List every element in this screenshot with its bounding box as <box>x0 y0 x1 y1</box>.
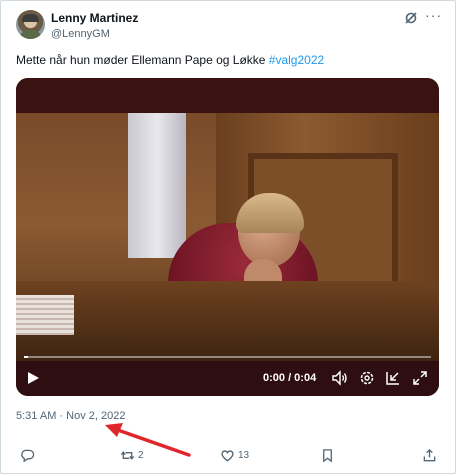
avatar[interactable] <box>16 10 45 39</box>
video-player[interactable]: 0:00 / 0:04 <box>16 78 439 396</box>
video-letterbox-top <box>16 78 439 113</box>
play-icon[interactable] <box>26 371 40 385</box>
video-progress-bar[interactable] <box>24 356 431 358</box>
retweet-icon <box>120 450 135 460</box>
more-icon[interactable]: ··· <box>425 8 441 24</box>
video-frame <box>16 113 439 361</box>
tweet-card: Lenny Martinez @LennyGM ··· Mette når hu… <box>0 0 456 474</box>
curtain <box>128 113 186 258</box>
avatar-shirt <box>20 30 41 39</box>
action-bar: 2 13 <box>1 445 456 467</box>
tweet-text: Mette når hun møder Ellemann Pape og Løk… <box>16 53 324 67</box>
video-progress-fill <box>24 356 29 358</box>
papers-stack <box>16 295 74 335</box>
video-time: 0:00 / 0:04 <box>263 372 317 384</box>
fullscreen-icon[interactable] <box>412 370 428 386</box>
retweet-button[interactable]: 2 <box>120 445 144 465</box>
share-icon <box>423 448 436 461</box>
author-display-name[interactable]: Lenny Martinez <box>51 11 138 25</box>
bookmark-icon <box>323 448 332 462</box>
hashtag-link[interactable]: #valg2022 <box>269 53 324 67</box>
share-button[interactable] <box>422 445 437 465</box>
video-letterbox-bottom <box>16 361 439 396</box>
reply-button[interactable] <box>20 445 38 465</box>
tweet-body: Mette når hun møder Ellemann Pape og Løk… <box>16 53 269 67</box>
avatar-cap <box>22 14 39 22</box>
bookmark-button[interactable] <box>320 445 335 465</box>
like-count: 13 <box>238 449 250 461</box>
like-button[interactable]: 13 <box>220 445 249 465</box>
settings-icon[interactable] <box>359 370 375 386</box>
like-icon <box>221 449 234 461</box>
volume-icon[interactable] <box>332 370 348 386</box>
desk <box>16 281 439 361</box>
author-handle[interactable]: @LennyGM <box>51 28 110 40</box>
dock-icon[interactable] <box>385 370 401 386</box>
reply-icon <box>21 449 35 462</box>
grok-icon[interactable] <box>404 11 418 25</box>
retweet-count: 2 <box>138 449 144 461</box>
